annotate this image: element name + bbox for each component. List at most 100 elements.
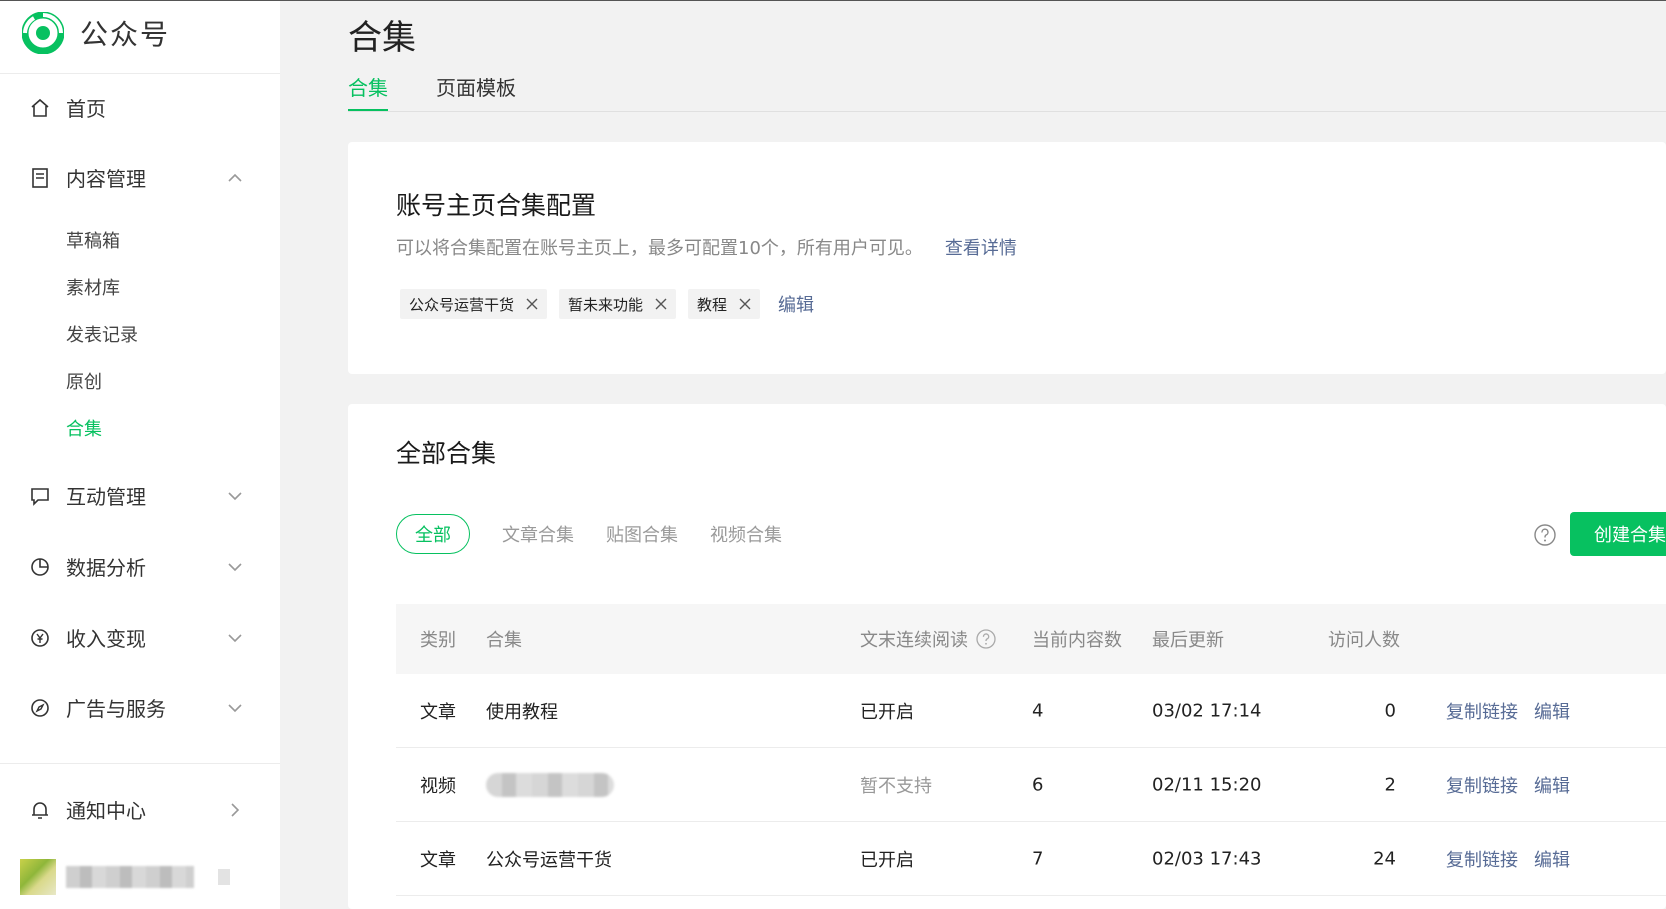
sidebar-item-home[interactable]: 首页 — [28, 93, 244, 122]
sidebar-subitem-original[interactable]: 原创 — [66, 368, 102, 394]
cell-visitors: 0 — [1384, 700, 1396, 721]
logo[interactable]: 公众号 — [22, 11, 170, 55]
table-row: 视频 暂不支持 6 02/11 15:20 2 复制链接 编辑 — [396, 748, 1666, 822]
sidebar-subitem-drafts[interactable]: 草稿箱 — [66, 227, 120, 253]
table-row: 文章 公众号运营干货 已开启 7 02/03 17:43 24 复制链接 编辑 — [396, 822, 1666, 896]
account-name-blurred — [66, 866, 194, 888]
sidebar-item-label: 首页 — [66, 97, 106, 121]
sidebar-subitem-publish-records[interactable]: 发表记录 — [66, 321, 138, 347]
copy-link-button[interactable]: 复制链接 — [1446, 772, 1518, 798]
page-tabs: 合集 页面模板 — [348, 72, 564, 112]
card-description: 可以将合集配置在账号主页上，最多可配置10个，所有用户可见。 查看详情 — [396, 234, 1017, 260]
column-header-name: 合集 — [486, 630, 522, 651]
column-header-updated: 最后更新 — [1152, 630, 1224, 651]
chip-label: 暂未来功能 — [568, 295, 644, 314]
cell-name-blurred — [486, 772, 614, 797]
avatar[interactable] — [20, 859, 56, 895]
sidebar-item-content-management[interactable]: 内容管理 — [28, 163, 244, 192]
cell-count: 4 — [1032, 700, 1044, 721]
page-title: 合集 — [348, 18, 416, 58]
chevron-down-icon[interactable] — [226, 487, 244, 505]
tab-collections[interactable]: 合集 — [348, 72, 388, 112]
tabs-underline — [348, 111, 1666, 112]
sidebar-item-label: 互动管理 — [66, 485, 146, 509]
homepage-collection-chips: 公众号运营干货 暂未来功能 教程 编辑 — [400, 289, 814, 319]
sidebar-item-ads[interactable]: 广告与服务 — [28, 693, 244, 722]
close-icon[interactable] — [739, 298, 751, 310]
sidebar-item-interaction[interactable]: 互动管理 — [28, 481, 244, 510]
chevron-down-icon[interactable] — [226, 699, 244, 717]
sidebar-item-label: 内容管理 — [66, 167, 146, 191]
chevron-down-icon[interactable] — [226, 558, 244, 576]
filter-articles[interactable]: 文章合集 — [502, 521, 574, 547]
edit-chips-link[interactable]: 编辑 — [778, 291, 814, 317]
question-circle-icon[interactable] — [976, 629, 996, 649]
column-header-label: 文末连续阅读 — [860, 630, 968, 651]
cell-name: 使用教程 — [486, 701, 558, 723]
cell-updated: 02/11 15:20 — [1152, 774, 1262, 795]
yen-coin-icon — [28, 626, 52, 650]
filter-image-posts[interactable]: 贴图合集 — [606, 521, 678, 547]
tab-page-templates[interactable]: 页面模板 — [436, 72, 516, 112]
cell-continuous: 已开启 — [860, 849, 914, 871]
collections-table: 类别 合集 文末连续阅读 当前内容数 最后更新 访问人数 文章 使用教程 已开启… — [396, 604, 1666, 896]
table-row: 文章 使用教程 已开启 4 03/02 17:14 0 复制链接 编辑 — [396, 674, 1666, 748]
cell-continuous: 暂不支持 — [860, 775, 932, 797]
create-collection-button[interactable]: 创建合集 — [1570, 512, 1666, 556]
chip-label: 教程 — [697, 295, 728, 314]
chevron-right-icon[interactable] — [226, 801, 244, 819]
column-header-continuous-reading: 文末连续阅读 — [860, 626, 996, 652]
sidebar-item-income[interactable]: 收入变现 — [28, 623, 244, 652]
app-name: 公众号 — [80, 18, 171, 51]
copy-link-button[interactable]: 复制链接 — [1446, 698, 1518, 724]
cell-updated: 03/02 17:14 — [1152, 700, 1262, 721]
cell-count: 7 — [1032, 848, 1044, 869]
card-title: 全部合集 — [396, 439, 497, 468]
cell-type: 文章 — [420, 849, 456, 871]
sidebar-subitem-collections[interactable]: 合集 — [66, 415, 102, 441]
column-header-count: 当前内容数 — [1032, 630, 1122, 651]
collection-chip: 暂未来功能 — [559, 289, 677, 319]
close-icon[interactable] — [526, 298, 538, 310]
help-icon[interactable] — [1534, 524, 1556, 546]
all-collections-card: 全部合集 全部 文章合集 贴图合集 视频合集 创建合集 类别 合集 文末连续阅读… — [348, 404, 1666, 909]
sidebar-divider — [0, 73, 280, 74]
chevron-down-icon[interactable] — [226, 629, 244, 647]
chat-bubble-icon — [28, 484, 52, 508]
account-extra-blurred — [218, 869, 230, 885]
chevron-up-icon[interactable] — [226, 169, 244, 187]
sidebar-item-notifications[interactable]: 通知中心 — [28, 795, 244, 824]
account-profile[interactable] — [20, 859, 230, 895]
cell-type: 文章 — [420, 701, 456, 723]
compass-icon — [28, 696, 52, 720]
edit-button[interactable]: 编辑 — [1534, 772, 1570, 798]
sidebar: 公众号 首页 内容管理 草稿箱 素材库 发表记录 原创 合集 互动管理 数据分析 — [0, 1, 280, 909]
cell-type: 视频 — [420, 775, 456, 797]
description-text: 可以将合集配置在账号主页上，最多可配置10个，所有用户可见。 — [396, 238, 923, 259]
edit-button[interactable]: 编辑 — [1534, 698, 1570, 724]
card-title: 账号主页合集配置 — [396, 191, 597, 220]
cell-visitors: 24 — [1373, 848, 1396, 869]
sidebar-divider — [0, 763, 280, 764]
cell-continuous: 已开启 — [860, 701, 914, 723]
view-details-link[interactable]: 查看详情 — [945, 238, 1017, 259]
cell-visitors: 2 — [1384, 774, 1396, 795]
column-header-visitors: 访问人数 — [1328, 630, 1400, 651]
sidebar-item-label: 数据分析 — [66, 556, 146, 580]
sidebar-item-analytics[interactable]: 数据分析 — [28, 552, 244, 581]
blurred-name — [486, 772, 614, 797]
close-icon[interactable] — [655, 298, 667, 310]
edit-button[interactable]: 编辑 — [1534, 846, 1570, 872]
copy-link-button[interactable]: 复制链接 — [1446, 846, 1518, 872]
bell-icon — [28, 798, 52, 822]
collection-filters: 全部 文章合集 贴图合集 视频合集 — [396, 514, 782, 554]
home-icon — [28, 96, 52, 120]
sidebar-subitem-materials[interactable]: 素材库 — [66, 274, 120, 300]
cell-updated: 02/03 17:43 — [1152, 848, 1262, 869]
filter-all[interactable]: 全部 — [396, 514, 470, 554]
homepage-config-card: 账号主页合集配置 可以将合集配置在账号主页上，最多可配置10个，所有用户可见。 查… — [348, 142, 1666, 374]
filter-videos[interactable]: 视频合集 — [710, 521, 782, 547]
cell-name: 公众号运营干货 — [486, 849, 612, 871]
chip-label: 公众号运营干货 — [409, 295, 515, 314]
pie-chart-icon — [28, 555, 52, 579]
